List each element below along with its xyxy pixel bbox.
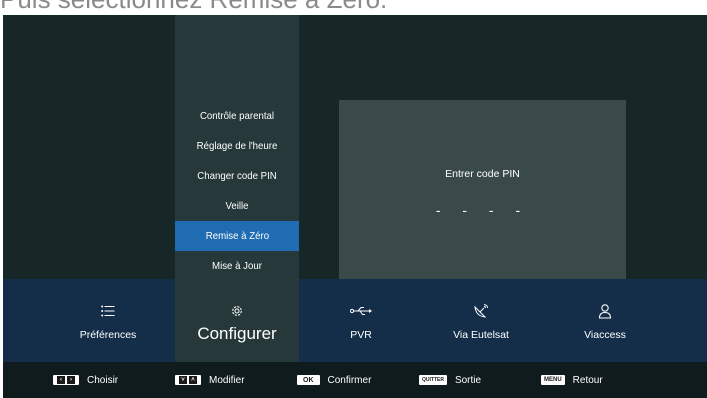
satellite-icon	[419, 301, 543, 321]
legend-choisir: ‹ › Choisir	[53, 374, 118, 386]
legend-confirmer-label: Confirmer	[327, 374, 372, 386]
legend-retour: MENU Retour	[541, 374, 603, 386]
menu-item-parental-control[interactable]: Contrôle parental	[180, 101, 294, 131]
ok-key-icon: OK	[297, 375, 320, 385]
menu-item-time-setting[interactable]: Réglage de l'heure	[180, 131, 294, 161]
menu-key-icon: MENU	[541, 375, 565, 385]
instruction-caption: Puis sélectionnez Remise à Zéro.	[0, 0, 707, 16]
nav-configurer-label: Configurer	[197, 324, 277, 343]
nav-viaccess-label: Viaccess	[584, 329, 626, 341]
up-down-keys-icon: ˅ ˄	[175, 375, 201, 385]
tv-screen: Contrôle parental Réglage de l'heure Cha…	[3, 15, 707, 398]
gear-icon	[175, 301, 299, 321]
menu-item-update[interactable]: Mise à Jour	[180, 251, 294, 281]
legend-modifier-label: Modifier	[209, 374, 245, 386]
legend-confirmer: OK Confirmer	[297, 374, 371, 386]
legend-choisir-label: Choisir	[87, 374, 119, 386]
nav-configurer[interactable]: Configurer	[175, 279, 299, 362]
pin-entry-panel: Entrer code PIN - - - -	[339, 100, 626, 279]
nav-viaccess[interactable]: Viaccess	[543, 279, 667, 362]
legend-sortie-label: Sortie	[454, 374, 482, 386]
nav-via-eutelsat-label: Via Eutelsat	[453, 329, 509, 341]
key-legend-bar: ‹ › Choisir ˅ ˄ Modifier OK Confirmer QUIT…	[3, 362, 707, 398]
nav-preferences[interactable]: Préférences	[43, 279, 173, 362]
pin-entry-label: Entrer code PIN	[445, 168, 520, 180]
pin-input[interactable]: - - - -	[339, 202, 626, 218]
legend-modifier: ˅ ˄ Modifier	[175, 374, 245, 386]
main-nav-bar: Préférences Configurer PVR Via Eutelsat …	[3, 279, 707, 362]
menu-item-factory-reset[interactable]: Remise à Zéro	[175, 221, 299, 251]
left-right-keys-icon: ‹ ›	[53, 375, 79, 385]
configure-submenu: Contrôle parental Réglage de l'heure Cha…	[175, 101, 299, 281]
menu-item-change-pin[interactable]: Changer code PIN	[180, 161, 294, 191]
menu-item-standby[interactable]: Veille	[180, 191, 294, 221]
quit-key-icon: QUITTER	[419, 375, 447, 385]
nav-preferences-label: Préférences	[79, 329, 137, 341]
menu-item-factory-reset-label: Remise à Zéro	[205, 230, 269, 242]
legend-sortie: QUITTER Sortie	[419, 374, 481, 386]
nav-via-eutelsat[interactable]: Via Eutelsat	[419, 279, 543, 362]
user-icon	[543, 301, 667, 321]
nav-pvr-label: PVR	[350, 329, 372, 341]
legend-retour-label: Retour	[572, 374, 603, 386]
usb-icon	[303, 301, 419, 321]
list-icon	[43, 301, 173, 321]
nav-pvr[interactable]: PVR	[303, 279, 419, 362]
